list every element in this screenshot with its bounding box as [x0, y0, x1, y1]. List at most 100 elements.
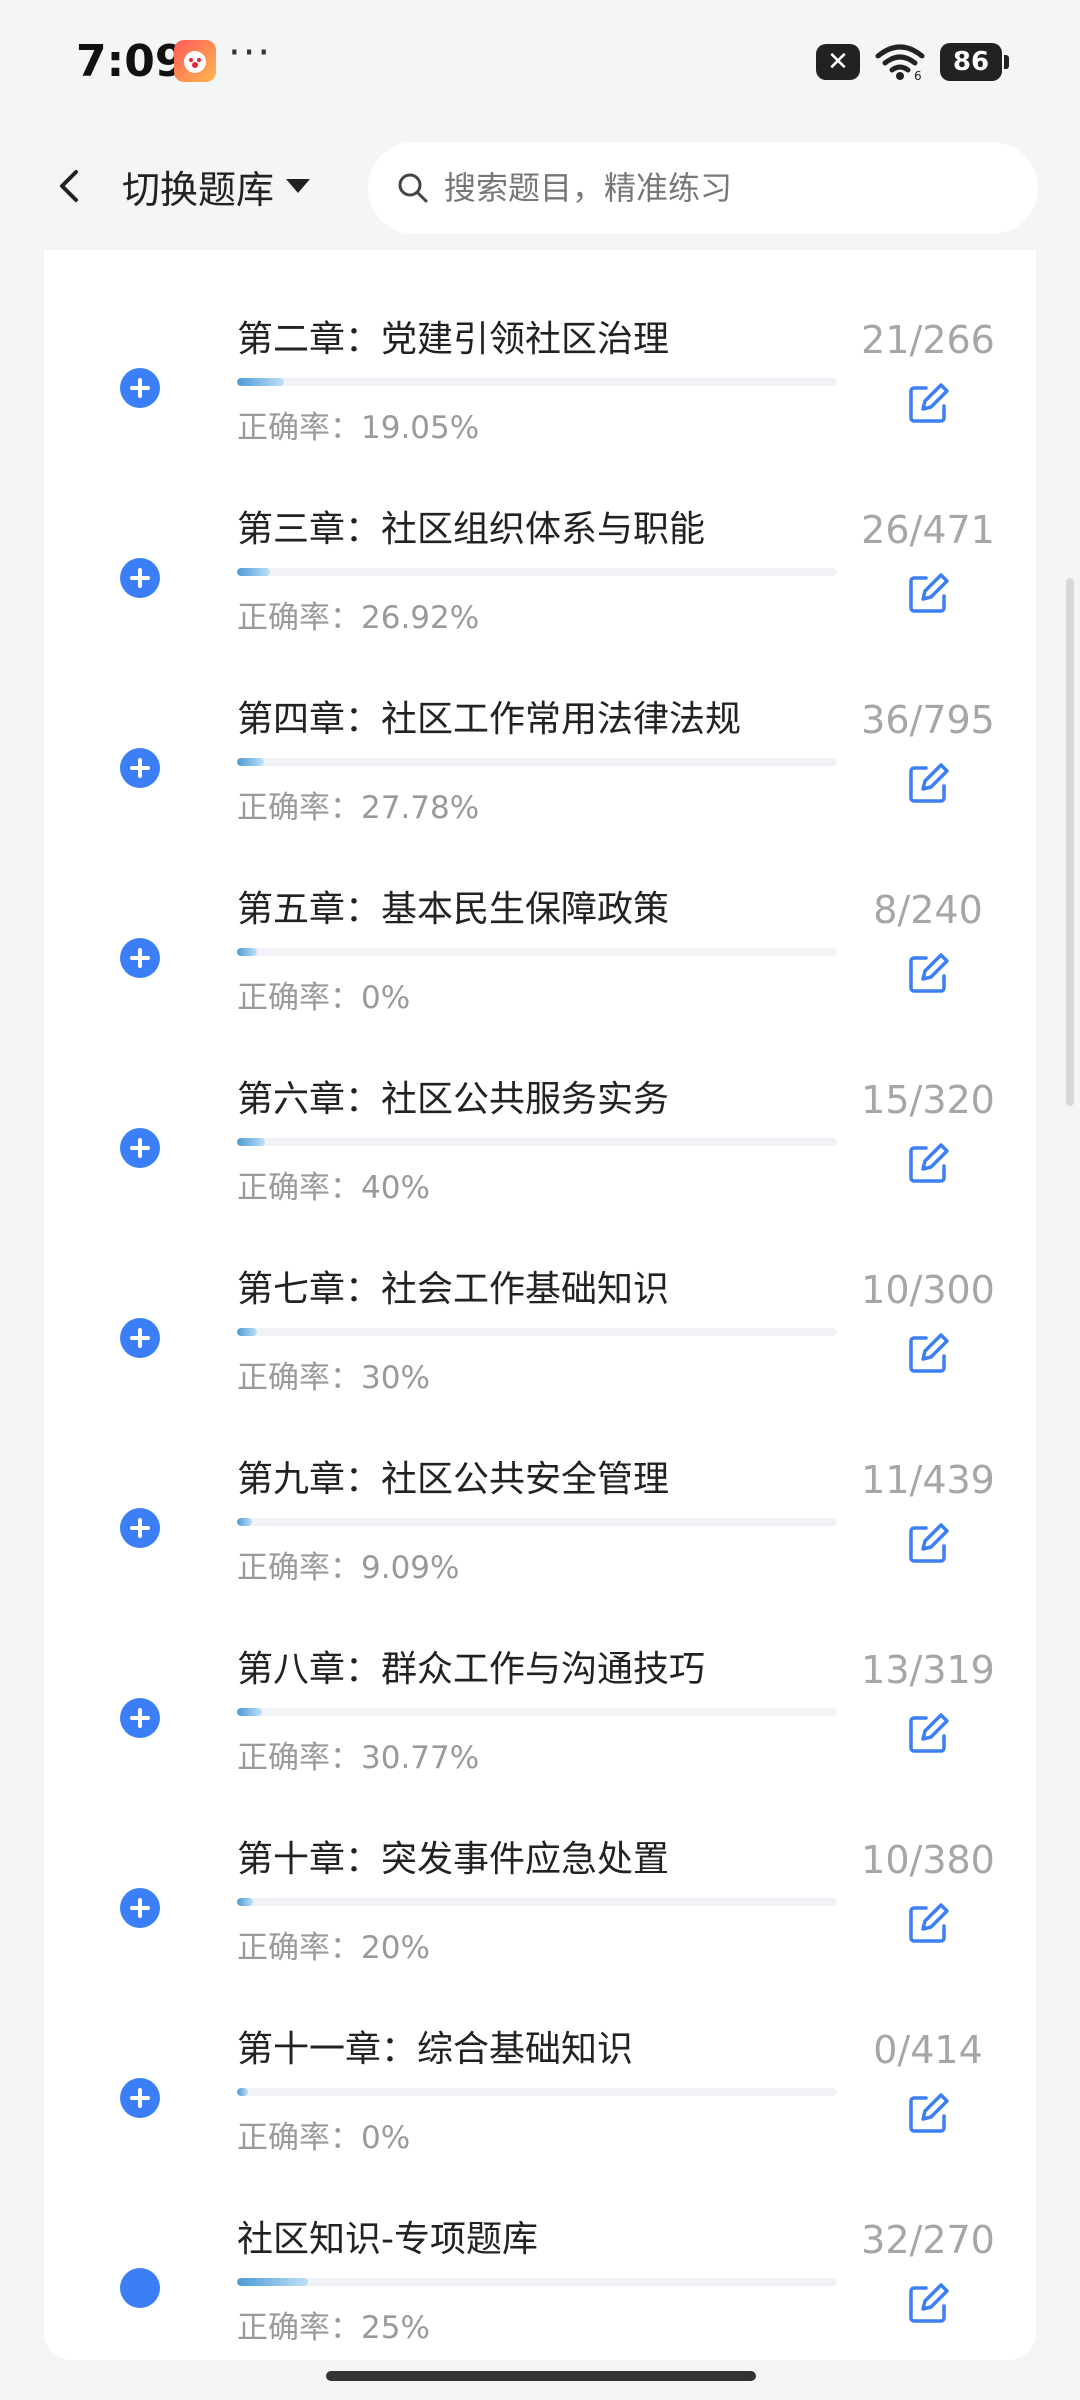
progress-fill	[237, 1518, 252, 1526]
plus-circle-icon[interactable]	[120, 1318, 160, 1358]
edit-practice-button[interactable]	[904, 380, 952, 428]
search-icon	[398, 173, 428, 203]
top-bar: 切换题库	[0, 130, 1080, 250]
accuracy-rate: 正确率：19.05%	[237, 410, 480, 446]
edit-practice-button[interactable]	[904, 1710, 952, 1758]
battery-indicator: 86	[940, 43, 1009, 81]
plus-vertical-bar	[138, 948, 142, 968]
chapter-item[interactable]: 第四章：社区工作常用法律法规 正确率：27.78% 36/795	[44, 690, 1036, 880]
progress-count: 11/439	[861, 1458, 995, 1502]
progress-fill	[237, 2278, 309, 2286]
edit-icon	[909, 1713, 949, 1753]
edit-practice-button[interactable]	[904, 1140, 952, 1188]
edit-icon	[909, 1143, 949, 1183]
progress-fill	[237, 2088, 248, 2096]
plus-vertical-bar	[138, 2088, 142, 2108]
chapter-list: 第二章：党建引领社区治理正确率：19.05% 21/266 第三章：社区组织体系与职…	[44, 250, 1036, 2360]
svg-text:6: 6	[914, 69, 922, 82]
chapter-item[interactable]: 第六章：社区公共服务实务 正确率：40% 15/320	[44, 1070, 1036, 1260]
edit-icon	[909, 763, 949, 803]
edit-practice-button[interactable]	[904, 2090, 952, 2138]
switch-question-bank-button[interactable]: 切换题库	[122, 156, 311, 216]
progress-bar	[237, 2278, 837, 2286]
plus-circle-icon[interactable]	[120, 1128, 160, 1168]
edit-icon	[909, 2093, 949, 2133]
accuracy-rate: 正确率：30.77%	[237, 1740, 480, 1776]
plus-vertical-bar	[138, 1518, 142, 1538]
progress-bar	[237, 1138, 837, 1146]
plus-vertical-bar	[138, 378, 142, 398]
plus-circle-icon[interactable]	[120, 368, 160, 408]
progress-bar	[237, 1328, 837, 1336]
plus-vertical-bar	[138, 1138, 142, 1158]
accuracy-rate: 正确率：9.09%	[237, 1550, 460, 1586]
accuracy-rate: 正确率：0%	[237, 980, 411, 1016]
chapter-title: 第六章：社区公共服务实务	[237, 1079, 670, 1120]
chapter-title: 第四章：社区工作常用法律法规	[237, 699, 742, 740]
home-indicator[interactable]	[326, 2371, 756, 2381]
back-button[interactable]	[40, 156, 100, 216]
progress-fill	[237, 378, 285, 386]
chapter-title: 第七章：社会工作基础知识	[237, 1269, 670, 1310]
edit-icon	[909, 383, 949, 423]
plus-circle-icon[interactable]	[120, 1888, 160, 1928]
caret-down-icon	[286, 179, 311, 193]
app-notification-icon	[174, 40, 216, 82]
overflow-dots-icon: ···	[228, 30, 273, 76]
edit-practice-button[interactable]	[904, 570, 952, 618]
plus-circle-icon[interactable]	[120, 748, 160, 788]
chapter-item[interactable]: 第十一章：综合基础知识 正确率：0% 0/414	[44, 2020, 1036, 2210]
plus-vertical-bar	[138, 568, 142, 588]
status-time: 7:09	[76, 36, 186, 87]
chapter-item[interactable]: 第十章：突发事件应急处置 正确率：20% 10/380	[44, 1830, 1036, 2020]
edit-practice-button[interactable]	[904, 1330, 952, 1378]
progress-count: 26/471	[861, 508, 995, 552]
chapter-item[interactable]: 第二章：党建引领社区治理正确率：19.05% 21/266	[44, 310, 1036, 500]
status-bar: 7:09 ··· ✕ 6 86	[0, 0, 1080, 130]
progress-fill	[237, 1898, 253, 1906]
chapter-title: 第五章：基本民生保障政策	[237, 889, 670, 930]
bank-marker-icon[interactable]	[120, 2268, 160, 2308]
progress-count: 13/319	[861, 1648, 995, 1692]
accuracy-rate: 正确率：30%	[237, 1360, 430, 1396]
scrollbar[interactable]	[1066, 578, 1074, 1106]
plus-circle-icon[interactable]	[120, 1508, 160, 1548]
edit-practice-button[interactable]	[904, 2280, 952, 2328]
progress-fill	[237, 1708, 262, 1716]
plus-circle-icon[interactable]	[120, 1698, 160, 1738]
status-indicators: ✕ 6 86	[816, 42, 1009, 82]
progress-count: 15/320	[861, 1078, 995, 1122]
chapter-title: 社区知识-专项题库	[237, 2219, 538, 2260]
chapter-item[interactable]: 社区知识-专项题库 正确率：25% 32/270	[44, 2210, 1036, 2360]
edit-practice-button[interactable]	[904, 950, 952, 998]
progress-fill	[237, 1328, 257, 1336]
chapter-item[interactable]: 第五章：基本民生保障政策 正确率：0% 8/240	[44, 880, 1036, 1070]
progress-bar	[237, 378, 837, 386]
edit-practice-button[interactable]	[904, 1520, 952, 1568]
chevron-left-icon	[60, 170, 78, 202]
progress-fill	[237, 1138, 266, 1146]
chapter-item[interactable]: 第三章：社区组织体系与职能 正确率：26.92% 26/471	[44, 500, 1036, 690]
progress-count: 36/795	[861, 698, 995, 742]
plus-vertical-bar	[138, 758, 142, 778]
accuracy-rate: 正确率：20%	[237, 1930, 430, 1966]
progress-count: 21/266	[861, 318, 995, 362]
chapter-title: 第二章：党建引领社区治理	[237, 319, 670, 360]
chapter-title: 第九章：社区公共安全管理	[237, 1459, 670, 1500]
progress-bar	[237, 1898, 837, 1906]
progress-count: 10/300	[861, 1268, 995, 1312]
edit-practice-button[interactable]	[904, 760, 952, 808]
search-input[interactable]	[444, 169, 1004, 207]
chapter-item[interactable]: 第八章：群众工作与沟通技巧 正确率：30.77% 13/319	[44, 1640, 1036, 1830]
plus-circle-icon[interactable]	[120, 2078, 160, 2118]
chapter-item[interactable]: 第九章：社区公共安全管理正确率：9.09% 11/439	[44, 1450, 1036, 1640]
edit-practice-button[interactable]	[904, 1900, 952, 1948]
chapter-item[interactable]: 第七章：社会工作基础知识正确率：30% 10/300	[44, 1260, 1036, 1450]
plus-circle-icon[interactable]	[120, 938, 160, 978]
search-box[interactable]	[368, 142, 1038, 234]
switch-bank-label: 切换题库	[122, 167, 275, 212]
progress-fill	[237, 948, 257, 956]
plus-circle-icon[interactable]	[120, 558, 160, 598]
wifi-icon: 6	[875, 44, 925, 82]
notification-muted-icon: ✕	[816, 44, 860, 80]
